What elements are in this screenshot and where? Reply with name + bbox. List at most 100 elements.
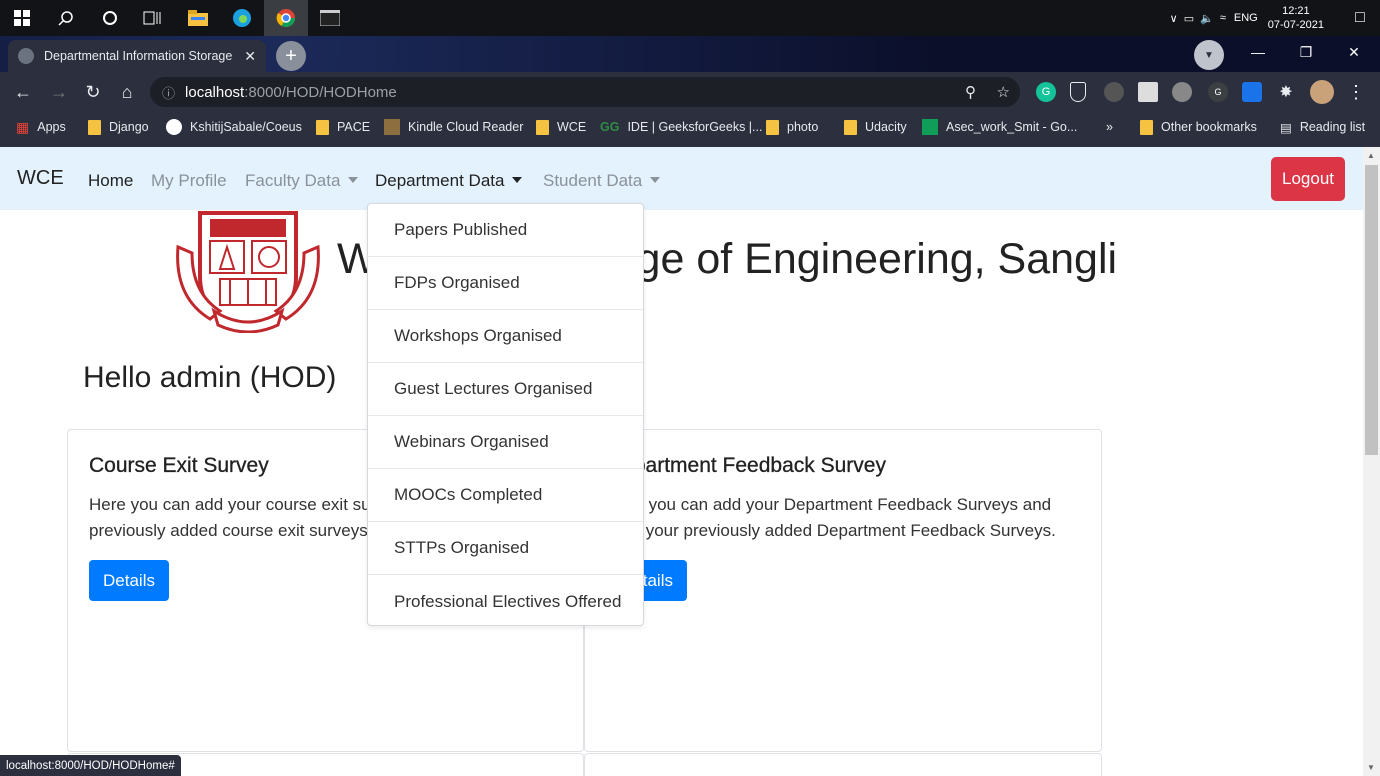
bookmark-django[interactable]: Django <box>88 112 149 142</box>
bookmark-kindle[interactable]: Kindle Cloud Reader <box>384 112 523 142</box>
folder-icon <box>1140 119 1153 135</box>
nav-home[interactable]: Home <box>88 171 133 191</box>
chevron-up-icon[interactable]: ∨ <box>1170 12 1178 25</box>
scroll-up-icon[interactable]: ▲ <box>1367 151 1375 160</box>
page-scrollbar[interactable]: ▲ ▼ <box>1363 147 1380 776</box>
clock-time: 12:21 <box>1282 5 1310 17</box>
folder-icon <box>844 119 857 135</box>
windows-start-icon[interactable] <box>0 0 44 36</box>
clock[interactable]: 12:21 07-07-2021 <box>1268 4 1324 32</box>
url-host: localhost <box>185 83 245 101</box>
reading-list[interactable]: ▤ Reading list <box>1280 112 1365 142</box>
bookmark-other[interactable]: Other bookmarks <box>1140 112 1257 142</box>
edge-icon[interactable] <box>220 0 264 36</box>
github-icon <box>166 119 182 135</box>
nav-student-data[interactable]: Student Data <box>543 171 661 191</box>
dropdown-item-guest-lectures-organised[interactable]: Guest Lectures Organised <box>368 363 643 416</box>
tab-search-button[interactable]: ▼ <box>1194 40 1224 70</box>
apps-grid-icon: ▦ <box>16 118 30 135</box>
forward-icon[interactable]: → <box>42 72 76 112</box>
grammarly-icon[interactable]: G <box>1036 82 1056 102</box>
college-logo <box>176 211 320 333</box>
dropdown-item-papers-published[interactable]: Papers Published <box>368 204 643 257</box>
dropdown-item-sttps-organised[interactable]: STTPs Organised <box>368 522 643 575</box>
restore-button[interactable]: ❐ <box>1282 36 1330 68</box>
reload-icon[interactable]: ↻ <box>76 72 110 112</box>
link-status-bar: localhost:8000/HOD/HODHome# <box>0 755 181 776</box>
card-department-feedback-survey: Department Feedback Survey Here you can … <box>584 429 1102 752</box>
scroll-down-icon[interactable]: ▼ <box>1367 763 1375 772</box>
card-text: Here you can add your Department Feedbac… <box>607 495 1056 540</box>
bookmark-geeksforgeeks[interactable]: GG IDE | GeeksforGeeks |... <box>600 112 762 142</box>
new-tab-button[interactable]: + <box>276 41 306 71</box>
tab-title: Departmental Information Storage a <box>44 49 237 63</box>
address-bar[interactable]: ⓘ localhost:8000/HOD/HODHome ⚲ ☆ <box>150 77 1020 107</box>
page-viewport: WCE Home My Profile Faculty Data Departm… <box>0 147 1363 776</box>
folder-icon <box>88 119 101 135</box>
windows-taskbar: ∨ ▭ 🔈 ≈ ENG 12:21 07-07-2021 □ <box>0 0 1380 36</box>
language-indicator[interactable]: ENG <box>1234 12 1258 24</box>
kindle-icon <box>384 119 400 135</box>
shield-icon[interactable] <box>1070 82 1086 102</box>
dropdown-item-webinars-organised[interactable]: Webinars Organised <box>368 416 643 469</box>
battery-icon[interactable]: ▭ <box>1184 12 1194 25</box>
reader-icon[interactable] <box>1138 82 1158 102</box>
scrollbar-thumb[interactable] <box>1365 165 1378 455</box>
extension-icon[interactable] <box>1172 82 1192 102</box>
cortana-icon[interactable] <box>88 0 132 36</box>
geeksforgeeks-icon: GG <box>600 120 620 134</box>
bookmark-pace[interactable]: PACE <box>316 112 370 142</box>
card-title: Course Exit Survey <box>89 454 269 477</box>
search-icon[interactable] <box>44 0 88 36</box>
browser-toolbar: ← → ↻ ⌂ ⓘ localhost:8000/HOD/HODHome ⚲ ☆… <box>0 72 1380 112</box>
dropdown-item-moocs-completed[interactable]: MOOCs Completed <box>368 469 643 522</box>
info-icon[interactable]: ⓘ <box>162 83 175 102</box>
bookmark-asec-work[interactable]: Asec_work_Smit - Go... <box>922 112 1077 142</box>
url-path: :8000/HOD/HODHome <box>244 83 397 101</box>
back-icon[interactable]: ← <box>6 72 40 112</box>
wifi-icon[interactable]: ≈ <box>1220 12 1226 24</box>
folder-icon <box>536 119 549 135</box>
dropdown-item-workshops-organised[interactable]: Workshops Organised <box>368 310 643 363</box>
puzzle-icon[interactable]: ✸ <box>1276 82 1296 102</box>
card-title: Department Feedback Survey <box>607 454 886 477</box>
nav-faculty-data[interactable]: Faculty Data <box>245 171 359 191</box>
speaker-icon[interactable]: 🔈 <box>1200 12 1214 25</box>
details-button[interactable]: Details <box>89 560 169 601</box>
notification-icon[interactable]: □ <box>1340 9 1380 27</box>
key-icon[interactable]: ⚲ <box>965 83 976 101</box>
menu-kebab-icon[interactable]: ⋮ <box>1346 82 1366 102</box>
bookmark-udacity[interactable]: Udacity <box>844 112 907 142</box>
logout-button[interactable]: Logout <box>1271 157 1345 201</box>
bookmark-photo[interactable]: photo <box>766 112 818 142</box>
dropdown-item-fdps-organised[interactable]: FDPs Organised <box>368 257 643 310</box>
extension-icon[interactable]: G <box>1208 82 1228 102</box>
system-tray: ∨ ▭ 🔈 ≈ ENG 12:21 07-07-2021 □ <box>1170 0 1380 36</box>
close-window-button[interactable]: ✕ <box>1330 36 1378 68</box>
card-partial <box>584 753 1102 776</box>
chrome-icon[interactable] <box>264 0 308 36</box>
nav-department-data[interactable]: Department Data <box>375 171 523 191</box>
bookmark-github[interactable]: KshitijSabale/Coeus <box>166 112 302 142</box>
close-tab-icon[interactable]: ✕ <box>244 48 256 65</box>
task-view-icon[interactable] <box>130 0 174 36</box>
dropdown-item-professional-electives-offered[interactable]: Professional Electives Offered <box>368 575 643 628</box>
caret-down-icon <box>512 177 523 183</box>
clock-date: 07-07-2021 <box>1267 19 1324 31</box>
terminal-icon[interactable] <box>308 0 352 36</box>
nav-my-profile[interactable]: My Profile <box>151 171 227 191</box>
bookmark-wce[interactable]: WCE <box>536 112 586 142</box>
bookmarks-overflow[interactable]: » <box>1106 112 1113 142</box>
extension-icon[interactable] <box>1242 82 1262 102</box>
minimize-button[interactable]: — <box>1234 36 1282 68</box>
navbar-brand[interactable]: WCE <box>17 167 64 190</box>
browser-tab-strip: Departmental Information Storage a ✕ <box>0 36 1380 72</box>
site-navbar: WCE Home My Profile Faculty Data Departm… <box>0 147 1363 210</box>
browser-tab[interactable]: Departmental Information Storage a ✕ <box>8 40 266 72</box>
bookmark-apps[interactable]: ▦ Apps <box>16 112 66 142</box>
file-explorer-icon[interactable] <box>176 0 220 36</box>
star-icon[interactable]: ☆ <box>997 83 1010 101</box>
extension-icon[interactable] <box>1104 82 1124 102</box>
avatar[interactable] <box>1310 80 1334 104</box>
home-icon[interactable]: ⌂ <box>110 72 144 112</box>
